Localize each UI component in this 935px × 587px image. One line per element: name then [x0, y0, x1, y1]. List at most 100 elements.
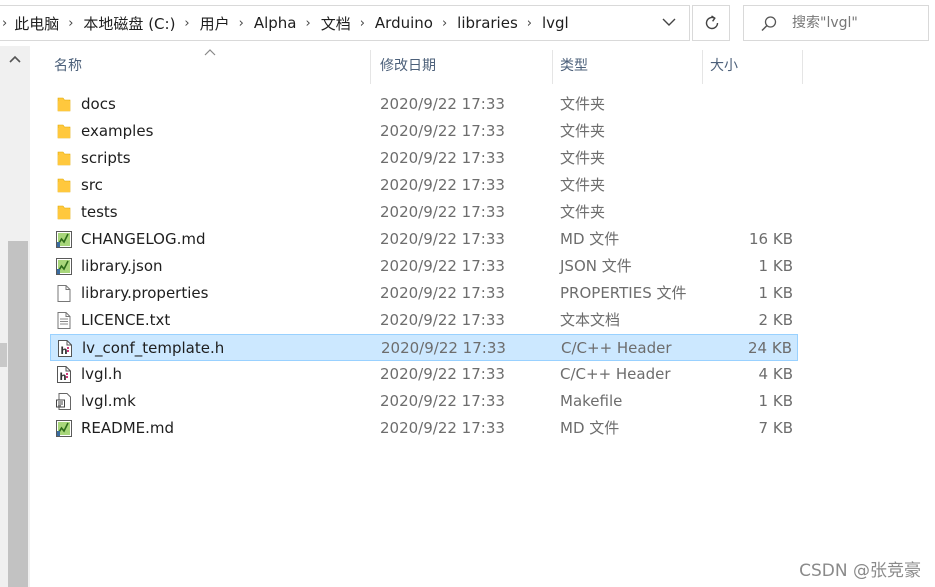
column-divider[interactable]	[702, 50, 703, 84]
column-header-type[interactable]: 类型	[560, 46, 588, 84]
file-date: 2020/9/22 17:33	[380, 365, 505, 383]
file-date: 2020/9/22 17:33	[380, 95, 505, 113]
file-name: lvgl.mk	[81, 392, 136, 410]
breadcrumb-item[interactable]: Arduino	[375, 14, 433, 32]
file-name: LICENCE.txt	[81, 311, 171, 329]
header-file-icon: h	[55, 365, 73, 384]
markdown-file-icon	[55, 230, 73, 249]
file-type: 文件夹	[560, 176, 606, 194]
column-divider[interactable]	[552, 50, 553, 84]
json-file-icon	[55, 257, 73, 276]
file-name: src	[81, 176, 103, 194]
file-date: 2020/9/22 17:33	[380, 230, 505, 248]
column-header-size[interactable]: 大小	[710, 46, 738, 84]
breadcrumb: › 此电脑 › 本地磁盘 (C:) › 用户 › Alpha › 文档 › Arduino › libra…	[0, 6, 569, 40]
breadcrumb-separator-icon[interactable]: ›	[442, 16, 447, 31]
text-file-icon	[55, 311, 73, 330]
breadcrumb-item[interactable]: libraries	[457, 14, 518, 32]
markdown-file-icon	[55, 419, 73, 438]
file-type: MD 文件	[560, 419, 620, 437]
folder-icon	[55, 149, 73, 168]
breadcrumb-separator-icon[interactable]: ›	[239, 16, 244, 31]
breadcrumb-item[interactable]: lvgl	[542, 14, 569, 32]
file-row[interactable]: scripts 2020/9/22 17:33 文件夹	[50, 145, 798, 172]
file-date: 2020/9/22 17:33	[380, 203, 505, 221]
file-date: 2020/9/22 17:33	[380, 149, 505, 167]
file-row[interactable]: h lv_conf_template.h 2020/9/22 17:33 C/C++ …	[50, 334, 798, 361]
file-row[interactable]: README.md 2020/9/22 17:33 MD 文件 7 KB	[50, 415, 798, 442]
breadcrumb-item[interactable]: 文档	[321, 13, 351, 34]
breadcrumb-separator-icon[interactable]: ›	[306, 16, 311, 31]
file-name: tests	[81, 203, 118, 221]
file-row[interactable]: h lvgl.h 2020/9/22 17:33 C/C++ Header 4 KB	[50, 361, 798, 388]
refresh-icon	[705, 15, 719, 30]
file-row[interactable]: CHANGELOG.md 2020/9/22 17:33 MD 文件 16 KB	[50, 226, 798, 253]
file-size: 1 KB	[758, 284, 793, 302]
file-date: 2020/9/22 17:33	[380, 311, 505, 329]
file-size: 4 KB	[758, 365, 793, 383]
file-type: MD 文件	[560, 230, 620, 248]
scroll-up-arrow-icon[interactable]	[8, 54, 22, 64]
file-row[interactable]: library.properties 2020/9/22 17:33 PROPERT…	[50, 280, 798, 307]
file-date: 2020/9/22 17:33	[380, 392, 505, 410]
file-row[interactable]: library.json 2020/9/22 17:33 JSON 文件 1 KB	[50, 253, 798, 280]
file-date: 2020/9/22 17:33	[380, 419, 505, 437]
file-row[interactable]: tests 2020/9/22 17:33 文件夹	[50, 199, 798, 226]
file-type: 文件夹	[560, 95, 606, 113]
file-name: scripts	[81, 149, 131, 167]
file-row[interactable]: lvgl.mk 2020/9/22 17:33 Makefile 1 KB	[50, 388, 798, 415]
folder-icon	[55, 176, 73, 195]
breadcrumb-item[interactable]: 本地磁盘 (C:)	[83, 13, 175, 34]
file-name: README.md	[81, 419, 175, 437]
scroll-indicator	[0, 343, 7, 367]
column-header-name[interactable]: 名称	[54, 46, 82, 84]
file-type: 文件夹	[560, 122, 606, 140]
file-row[interactable]: LICENCE.txt 2020/9/22 17:33 文本文档 2 KB	[50, 307, 798, 334]
file-type: C/C++ Header	[560, 365, 671, 383]
chevron-down-icon[interactable]	[662, 17, 676, 27]
sort-ascending-icon	[204, 49, 216, 56]
file-size: 24 KB	[748, 339, 792, 357]
file-date: 2020/9/22 17:33	[380, 257, 505, 275]
column-divider[interactable]	[802, 50, 803, 84]
folder-icon	[55, 95, 73, 114]
breadcrumb-item[interactable]: Alpha	[254, 14, 297, 32]
breadcrumb-item[interactable]: 此电脑	[14, 13, 59, 34]
svg-text:h: h	[60, 372, 67, 383]
file-row[interactable]: examples 2020/9/22 17:33 文件夹	[50, 118, 798, 145]
column-divider[interactable]	[370, 50, 371, 84]
address-bar[interactable]: › 此电脑 › 本地磁盘 (C:) › 用户 › Alpha › 文档 › Arduino › libra…	[0, 5, 690, 41]
svg-text:h: h	[61, 346, 68, 357]
search-box[interactable]	[743, 5, 929, 41]
file-size: 1 KB	[758, 257, 793, 275]
file-name: lv_conf_template.h	[82, 339, 225, 357]
file-name: lvgl.h	[81, 365, 123, 383]
file-date: 2020/9/22 17:33	[380, 176, 505, 194]
file-name: examples	[81, 122, 154, 140]
breadcrumb-separator-icon[interactable]: ›	[2, 16, 7, 31]
watermark: CSDN @张竞豪	[799, 561, 921, 581]
search-icon	[761, 16, 777, 32]
file-date: 2020/9/22 17:33	[380, 122, 505, 140]
breadcrumb-separator-icon[interactable]: ›	[68, 16, 73, 31]
folder-icon	[55, 203, 73, 222]
file-name: library.properties	[81, 284, 209, 302]
folder-icon	[55, 122, 73, 141]
search-input[interactable]	[792, 6, 922, 40]
file-row[interactable]: src 2020/9/22 17:33 文件夹	[50, 172, 798, 199]
breadcrumb-separator-icon[interactable]: ›	[360, 16, 365, 31]
file-date: 2020/9/22 17:33	[381, 339, 506, 357]
breadcrumb-item[interactable]: 用户	[200, 13, 230, 34]
file-row[interactable]: docs 2020/9/22 17:33 文件夹	[50, 91, 798, 118]
file-type: 文件夹	[560, 149, 606, 167]
file-size: 2 KB	[758, 311, 793, 329]
file-type: 文件夹	[560, 203, 606, 221]
file-name: CHANGELOG.md	[81, 230, 206, 248]
breadcrumb-separator-icon[interactable]: ›	[184, 16, 189, 31]
vertical-scrollbar[interactable]	[0, 46, 30, 587]
refresh-button[interactable]	[692, 5, 730, 41]
column-header-date[interactable]: 修改日期	[380, 46, 436, 84]
breadcrumb-separator-icon[interactable]: ›	[527, 16, 532, 31]
scrollbar-thumb[interactable]	[8, 241, 28, 587]
header-file-icon: h	[56, 339, 74, 358]
